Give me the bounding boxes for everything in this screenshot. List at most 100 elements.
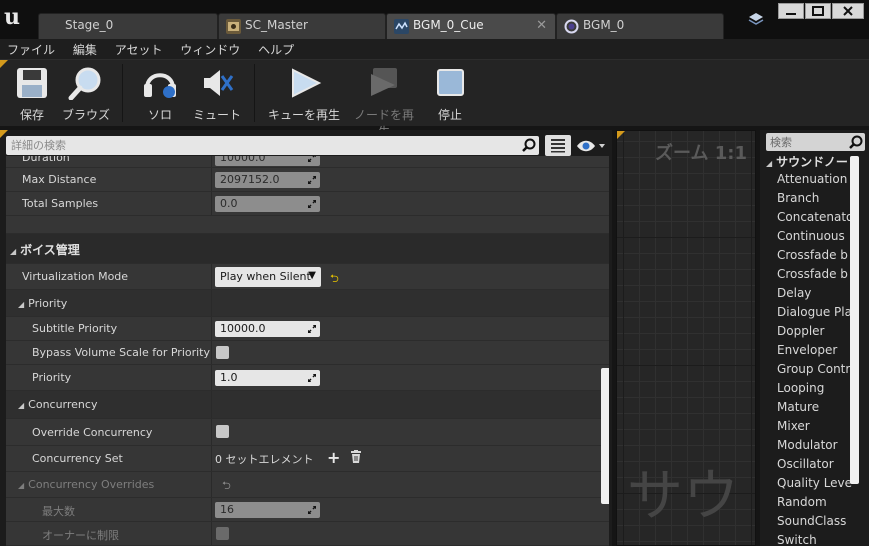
- property-row-bypass-volume: Bypass Volume Scale for Priority: [6, 341, 609, 365]
- tab-bgm-wave[interactable]: BGM_0: [556, 13, 724, 39]
- palette-item[interactable]: Dialogue Pla: [777, 305, 857, 324]
- limit-to-owner-checkbox[interactable]: [216, 527, 229, 540]
- save-button[interactable]: 保存: [12, 66, 52, 123]
- subtitle-priority-field[interactable]: 10000.0: [215, 321, 320, 337]
- maximize-button[interactable]: [805, 3, 831, 19]
- priority-field[interactable]: 1.0: [215, 370, 320, 386]
- category-voice-management[interactable]: ◢ ボイス管理: [6, 234, 609, 264]
- property-label: Concurrency Set: [32, 452, 123, 465]
- details-search-input[interactable]: [6, 136, 506, 155]
- duration-field[interactable]: 10000.0: [215, 156, 320, 166]
- tab-sc-master[interactable]: SC_Master: [218, 13, 386, 39]
- property-label: 最大数: [42, 505, 75, 518]
- property-row-virtualization: Virtualization Mode Play when Silent ▼ ⮌: [6, 264, 609, 290]
- mute-label: ミュート: [192, 108, 241, 122]
- play-cue-label: キューを再生: [268, 108, 341, 122]
- palette-item[interactable]: Continuous: [777, 229, 857, 248]
- tab-stage[interactable]: Stage_0: [38, 13, 218, 39]
- palette-item[interactable]: Branch: [777, 191, 857, 210]
- palette-category[interactable]: ◢ サウンドノード: [766, 153, 860, 170]
- tab-label: BGM_0_Cue: [413, 18, 484, 32]
- toolbar-separator: [122, 64, 123, 122]
- source-control-icon[interactable]: [748, 12, 764, 28]
- palette-item[interactable]: Switch: [777, 533, 857, 546]
- category-label: ◢ Concurrency Overrides: [18, 478, 154, 491]
- palette-item[interactable]: Crossfade b: [777, 267, 857, 286]
- spin-arrows-icon: [308, 200, 316, 208]
- palette-item[interactable]: Quality Leve: [777, 476, 857, 495]
- max-distance-field[interactable]: 2097152.0: [215, 172, 320, 188]
- collapse-triangle-icon: ◢: [766, 159, 773, 168]
- column-divider: [211, 192, 212, 215]
- reset-to-default-icon[interactable]: ⮌: [222, 477, 231, 496]
- minimize-button[interactable]: [778, 3, 804, 19]
- menu-asset[interactable]: アセット: [108, 39, 170, 58]
- category-concurrency-overrides[interactable]: ◢ Concurrency Overrides ⮌: [6, 472, 609, 498]
- palette-item[interactable]: Group Contr: [777, 362, 857, 381]
- palette-item[interactable]: Random: [777, 495, 857, 514]
- stop-icon: [431, 66, 469, 100]
- close-window-button[interactable]: [832, 3, 864, 19]
- palette-item[interactable]: Attenuation: [777, 172, 857, 191]
- row-spacer: [6, 216, 609, 234]
- palette-item[interactable]: Mature: [777, 400, 857, 419]
- palette-search-input[interactable]: [766, 133, 846, 151]
- total-samples-field[interactable]: 0.0: [215, 196, 320, 212]
- override-concurrency-checkbox[interactable]: [216, 425, 229, 438]
- stop-button[interactable]: 停止: [430, 66, 470, 123]
- max-count-field[interactable]: 16: [215, 502, 320, 518]
- bypass-volume-checkbox[interactable]: [216, 346, 229, 359]
- property-row-max-distance: Max Distance 2097152.0: [6, 168, 609, 192]
- close-tab-icon[interactable]: ✕: [536, 18, 547, 33]
- palette-item[interactable]: SoundClass: [777, 514, 857, 533]
- property-list: Duration 10000.0 Max Distance 2097152.0 …: [6, 156, 609, 546]
- details-panel: Duration 10000.0 Max Distance 2097152.0 …: [0, 130, 612, 546]
- property-label: オーナーに制限: [42, 529, 119, 542]
- max-count-value: 16: [220, 503, 234, 516]
- graph-editor-panel[interactable]: ズーム 1:1 サウ: [616, 130, 756, 546]
- details-scrollbar[interactable]: [601, 368, 609, 504]
- palette-search[interactable]: [766, 133, 865, 151]
- menu-file[interactable]: ファイル: [0, 39, 62, 58]
- virtualization-value: Play when Silent: [220, 270, 311, 283]
- mute-button[interactable]: ミュート: [192, 66, 242, 123]
- column-divider: [211, 168, 212, 191]
- palette-item[interactable]: Mixer: [777, 419, 857, 438]
- palette-item[interactable]: Crossfade b: [777, 248, 857, 267]
- property-row-duration: Duration 10000.0: [6, 156, 609, 168]
- browse-button[interactable]: ブラウズ: [62, 66, 110, 123]
- category-concurrency[interactable]: ◢ Concurrency: [6, 391, 609, 419]
- palette-item[interactable]: Doppler: [777, 324, 857, 343]
- trash-icon[interactable]: [350, 450, 362, 466]
- solo-button[interactable]: ソロ: [138, 66, 182, 123]
- palette-item[interactable]: Looping: [777, 381, 857, 400]
- sound-wave-icon: [564, 19, 579, 34]
- graph-watermark: サウ: [627, 464, 739, 529]
- reset-to-default-icon[interactable]: ⮌: [330, 270, 339, 289]
- menu-help[interactable]: ヘルプ: [251, 39, 301, 58]
- virtualization-dropdown[interactable]: Play when Silent ▼: [215, 267, 321, 287]
- column-divider: [211, 391, 212, 418]
- details-search[interactable]: [6, 136, 539, 155]
- tab-label: BGM_0: [583, 18, 625, 32]
- palette-item[interactable]: Oscillator: [777, 457, 857, 476]
- property-matrix-button[interactable]: [545, 135, 571, 156]
- tab-bgm-cue[interactable]: BGM_0_Cue ✕: [386, 13, 556, 39]
- play-cue-button[interactable]: キューを再生: [268, 66, 340, 123]
- palette-item[interactable]: Modulator: [777, 438, 857, 457]
- menu-edit[interactable]: 編集: [66, 39, 104, 58]
- save-icon: [13, 66, 51, 100]
- tab-label: Stage_0: [65, 18, 114, 32]
- toolbar-corner-mark: [0, 60, 8, 68]
- category-priority[interactable]: ◢ Priority: [6, 290, 609, 317]
- palette-item[interactable]: Concatenator: [777, 210, 857, 229]
- menu-window[interactable]: ウィンドウ: [173, 39, 247, 58]
- palette-item[interactable]: Delay: [777, 286, 857, 305]
- unreal-logo-icon[interactable]: u: [4, 4, 30, 30]
- play-node-button[interactable]: ノードを再生: [350, 66, 418, 140]
- palette-item[interactable]: Enveloper: [777, 343, 857, 362]
- browse-label: ブラウズ: [62, 108, 111, 122]
- add-element-icon[interactable]: +: [327, 448, 340, 467]
- view-options-eye-icon[interactable]: [576, 138, 606, 154]
- palette-scrollbar[interactable]: [850, 156, 859, 484]
